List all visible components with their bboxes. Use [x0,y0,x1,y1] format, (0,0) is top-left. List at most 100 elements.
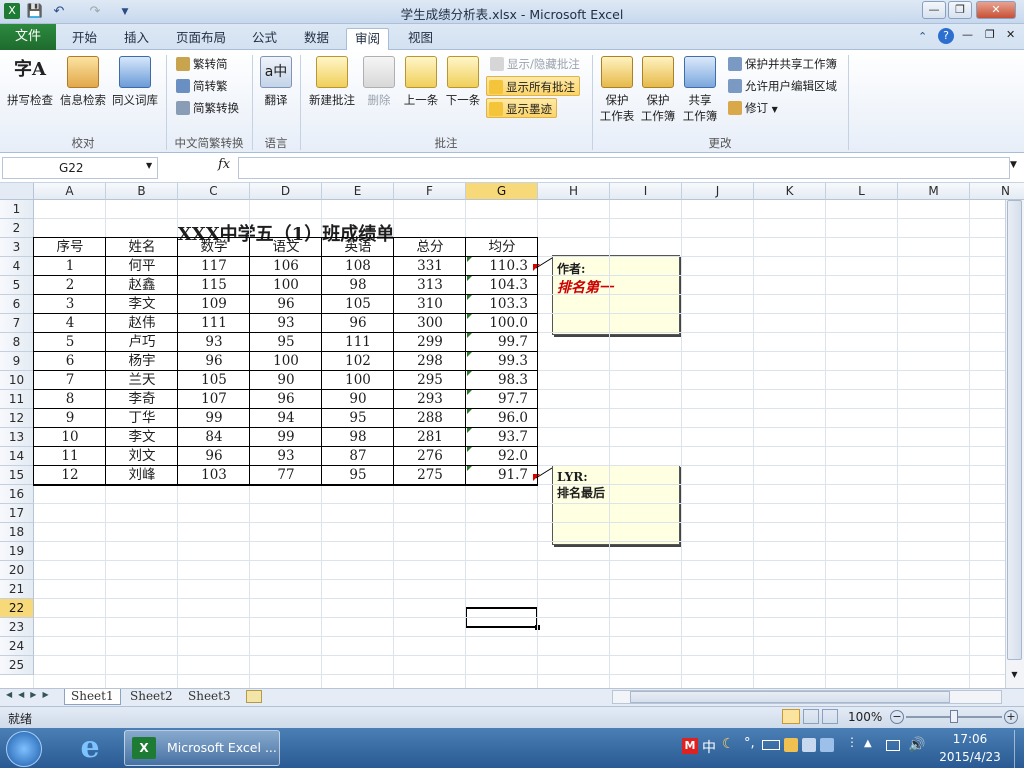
column-header-g[interactable]: G [466,183,538,200]
table-cell[interactable]: 90 [250,371,322,390]
table-cell[interactable]: 6 [34,352,106,371]
table-cell[interactable]: 84 [178,428,250,447]
tab-insert[interactable]: 插入 [116,28,157,50]
table-cell[interactable]: 李文 [106,295,178,314]
ime-punct-icon[interactable]: °, [744,736,755,751]
table-cell[interactable]: 91.7 [466,466,538,485]
comment-box-1[interactable]: 作者: 排名第一 [552,255,680,335]
tray-settings-icon[interactable]: ⋮ [846,735,858,749]
table-cell[interactable]: 77 [250,466,322,485]
zoom-slider-thumb[interactable] [950,710,958,723]
next-comment-button[interactable]: 下一条 [442,56,484,108]
table-cell[interactable]: 300 [394,314,466,333]
table-cell[interactable]: 295 [394,371,466,390]
select-all-corner[interactable] [0,183,34,200]
table-cell[interactable]: 93.7 [466,428,538,447]
volume-icon[interactable]: 🔊 [908,737,925,753]
show-desktop-button[interactable] [1014,730,1024,768]
sheet-nav-icon[interactable]: ◀◀▶▶ [6,690,55,699]
table-header-cell[interactable]: 姓名 [106,238,178,257]
column-header-j[interactable]: J [682,183,754,200]
help-icon[interactable]: ? [938,28,954,44]
tab-view[interactable]: 视图 [400,28,441,50]
table-cell[interactable]: 李奇 [106,390,178,409]
horizontal-scroll-thumb[interactable] [630,691,950,703]
row-header-25[interactable]: 25 [0,656,34,675]
protect-workbook-button[interactable]: 保护 工作簿 [639,56,677,124]
table-cell[interactable]: 10 [34,428,106,447]
table-cell[interactable]: 何平 [106,257,178,276]
start-button-icon[interactable] [6,731,42,767]
formula-input[interactable] [238,157,1010,179]
table-cell[interactable]: 288 [394,409,466,428]
column-header-e[interactable]: E [322,183,394,200]
minimize-button[interactable]: — [922,1,946,19]
row-header-18[interactable]: 18 [0,523,34,542]
chinese-conversion-button[interactable]: 简繁转换 [174,98,239,118]
scroll-down-icon[interactable]: ▼ [1007,670,1022,684]
tab-formulas[interactable]: 公式 [244,28,285,50]
name-box[interactable]: G22 [2,157,158,179]
table-cell[interactable]: 98 [322,276,394,295]
table-cell[interactable]: 111 [322,333,394,352]
formula-expand-icon[interactable]: ▼ [1010,160,1017,170]
row-header-23[interactable]: 23 [0,618,34,637]
table-cell[interactable]: 110.3 [466,257,538,276]
name-box-dropdown-icon[interactable]: ▼ [146,161,152,170]
table-cell[interactable]: 兰天 [106,371,178,390]
ime-mode[interactable]: 中 [702,737,716,757]
table-cell[interactable]: 3 [34,295,106,314]
column-header-k[interactable]: K [754,183,826,200]
table-cell[interactable]: 96 [322,314,394,333]
row-header-21[interactable]: 21 [0,580,34,599]
clock-date[interactable]: 2015/4/23 [930,750,1010,764]
table-cell[interactable]: 96 [178,447,250,466]
table-cell[interactable]: 100.0 [466,314,538,333]
table-cell[interactable]: 298 [394,352,466,371]
protect-sheet-button[interactable]: 保护 工作表 [598,56,636,124]
table-header-cell[interactable]: 均分 [466,238,538,257]
row-header-24[interactable]: 24 [0,637,34,656]
table-cell[interactable]: 281 [394,428,466,447]
column-header-l[interactable]: L [826,183,898,200]
row-header-7[interactable]: 7 [0,314,34,333]
tray-tool-icon[interactable] [784,738,798,752]
table-cell[interactable]: 7 [34,371,106,390]
new-comment-button[interactable]: 新建批注 [304,56,360,108]
tab-home[interactable]: 开始 [64,28,105,50]
table-cell[interactable]: 100 [250,276,322,295]
table-cell[interactable]: 310 [394,295,466,314]
table-cell[interactable]: 98.3 [466,371,538,390]
normal-view-icon[interactable] [782,709,800,724]
row-header-13[interactable]: 13 [0,428,34,447]
row-header-4[interactable]: 4 [0,257,34,276]
column-header-f[interactable]: F [394,183,466,200]
file-tab[interactable]: 文件 [0,24,56,50]
row-header-16[interactable]: 16 [0,485,34,504]
show-hide-comment-button[interactable]: 显示/隐藏批注 [488,54,580,74]
research-button[interactable]: 信息检索 [58,56,108,108]
row-header-5[interactable]: 5 [0,276,34,295]
table-cell[interactable]: 5 [34,333,106,352]
table-cell[interactable]: 赵伟 [106,314,178,333]
workbook-restore-icon[interactable]: ❐ [985,28,995,41]
zoom-in-icon[interactable]: + [1004,710,1018,724]
table-cell[interactable]: 99.7 [466,333,538,352]
row-header-15[interactable]: 15 [0,466,34,485]
page-layout-view-icon[interactable] [803,709,819,724]
column-header-a[interactable]: A [34,183,106,200]
table-cell[interactable]: 96 [178,352,250,371]
tab-review[interactable]: 审阅 [346,28,390,50]
row-header-20[interactable]: 20 [0,561,34,580]
table-cell[interactable]: 92.0 [466,447,538,466]
table-cell[interactable]: 刘文 [106,447,178,466]
row-header-14[interactable]: 14 [0,447,34,466]
delete-comment-button[interactable]: 删除 [360,56,398,108]
table-cell[interactable]: 275 [394,466,466,485]
ime-logo-icon[interactable]: M [682,738,698,754]
table-cell[interactable]: 李文 [106,428,178,447]
table-cell[interactable]: 11 [34,447,106,466]
network-icon[interactable] [886,740,900,751]
table-cell[interactable]: 103 [178,466,250,485]
share-workbook-button[interactable]: 共享 工作簿 [680,56,720,124]
